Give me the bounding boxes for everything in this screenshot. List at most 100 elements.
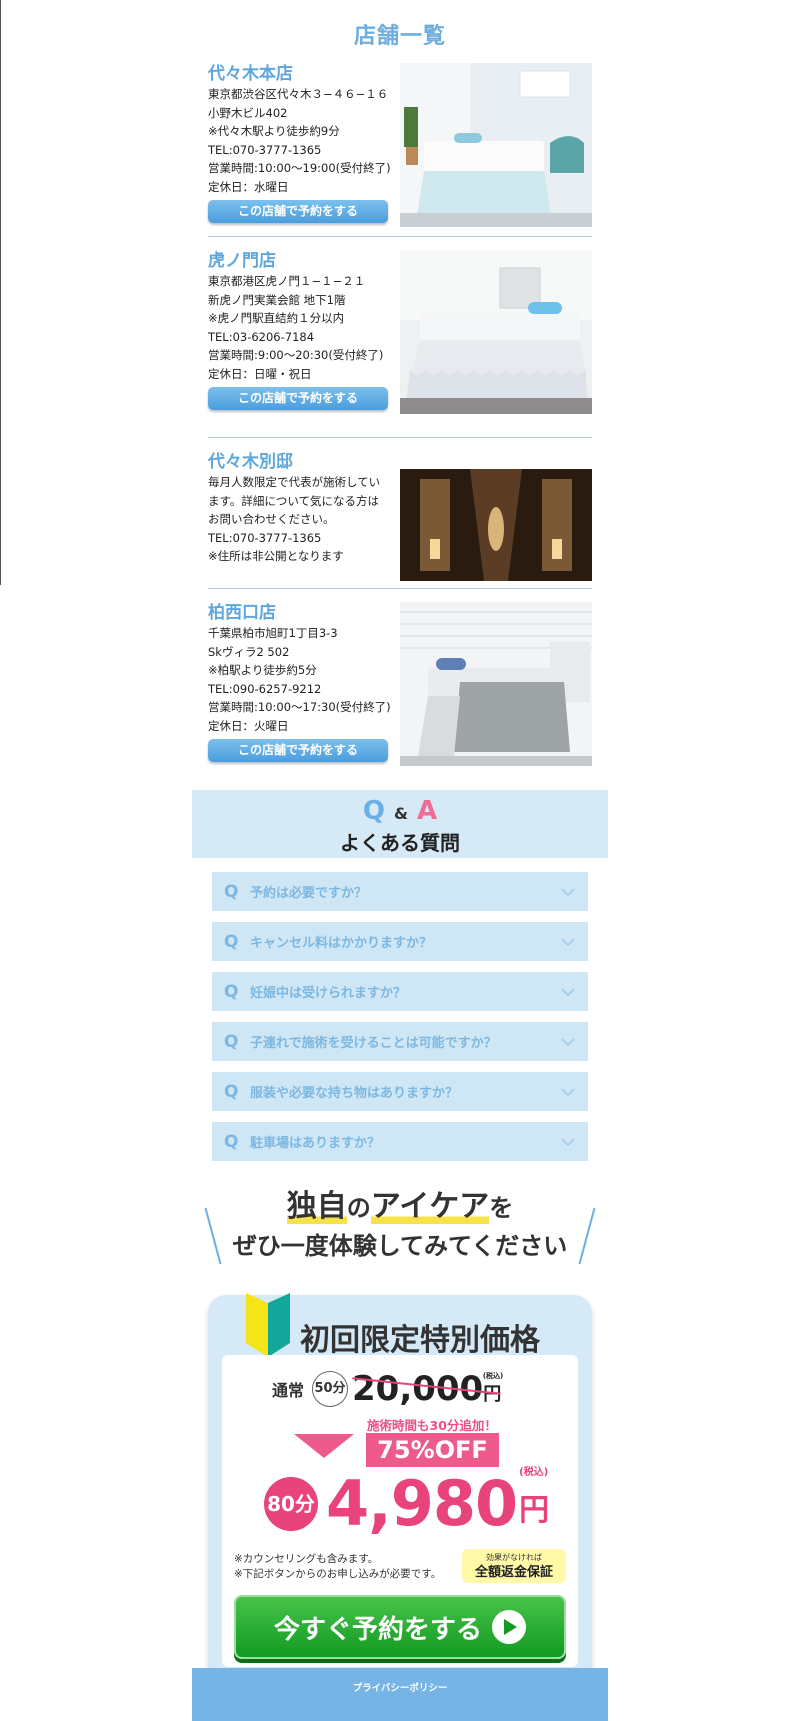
qa-subtitle: よくある質問 — [340, 831, 460, 855]
discount-badge: 75%OFF — [366, 1433, 499, 1467]
store-line: お問い合わせください。 — [208, 512, 335, 526]
store-line: ※虎ノ門駅直結約１分以内 — [208, 311, 345, 325]
cta-particle: を — [489, 1194, 514, 1222]
beginner-mark-icon — [246, 1293, 290, 1357]
store-line: ます。詳細について気になる方は — [208, 493, 380, 508]
store-info: 代々木本店 東京都渋谷区代々木３−４６−１６ 小野木ビル402 ※代々木駅より徒… — [208, 63, 400, 223]
regular-price: 20,000円 (税込) — [352, 1369, 504, 1409]
refund-guarantee-badge: 効果がなければ 全額返金保証 — [462, 1549, 566, 1583]
offer-note: ※カウンセリングも含みます。 — [234, 1553, 379, 1565]
qa-banner: Q & A よくある質問 — [192, 790, 608, 858]
footer: プライバシーポリシー — [192, 1668, 608, 1721]
faq-list: Q 予約は必要ですか？ Q キャンセル料はかかりますか？ Q 妊娠中は受けられま… — [212, 872, 588, 1161]
store-info: 柏西口店 千葉県柏市旭町1丁目3-3 Skヴィラ2 502 ※柏駅より徒歩約5分… — [208, 602, 400, 762]
chevron-down-icon — [561, 1087, 575, 1096]
down-arrow-icon — [294, 1434, 354, 1458]
store-phone[interactable]: TEL:03-6206-7184 — [208, 328, 400, 347]
faq-item[interactable]: Q 子連れで施術を受けることは可能ですか？ — [212, 1022, 588, 1061]
faq-item[interactable]: Q 妊娠中は受けられますか？ — [212, 972, 588, 1011]
cta-line1: 独自のアイケアを — [192, 1187, 608, 1228]
store-line: 小野木ビル402 — [208, 105, 288, 120]
store-line: 新虎ノ門実業会館 地下1階 — [208, 292, 346, 307]
store-photo — [400, 602, 592, 766]
extra-time-note: 施術時間も30分追加！ — [367, 1418, 497, 1433]
reserve-store-button[interactable]: この店舗で予約をする — [208, 200, 388, 223]
reserve-store-button[interactable]: この店舗で予約をする — [208, 739, 388, 762]
new-price-row: 80分 4,980 円 (税込) — [264, 1467, 550, 1540]
offer-card: 初回限定特別価格 通常 50分 20,000円 (税込) 施術時間も30分追加！… — [208, 1293, 592, 1681]
store-line: ※代々木駅より徒歩約9分 — [208, 124, 340, 138]
store-line: 定休日：水曜日 — [208, 179, 289, 194]
new-price-yen: 円 (税込) — [519, 1467, 550, 1529]
q-mark-icon: Q — [224, 1081, 239, 1102]
regular-price-row: 通常 50分 20,000円 (税込) — [272, 1369, 578, 1409]
stores-title: 店舗一覧 — [353, 24, 446, 49]
store-line: 東京都港区虎ノ門１−１−２１ — [208, 274, 366, 288]
regular-price-tax: (税込) — [482, 1372, 504, 1380]
new-price-yen-symbol: 円 — [519, 1493, 550, 1528]
guarantee-big: 全額返金保証 — [474, 1565, 553, 1580]
new-price-value: 4,980 — [326, 1467, 518, 1540]
store-line: ※住所は非公開となります — [208, 549, 344, 563]
store-line: 毎月人数限定で代表が施術してい — [208, 475, 381, 489]
faq-item[interactable]: Q 駐車場はありますか？ — [212, 1122, 588, 1161]
faq-item[interactable]: Q 予約は必要ですか？ — [212, 872, 588, 911]
new-price-tax: (税込) — [519, 1467, 549, 1478]
store-name: 代々木別邸 — [208, 452, 293, 472]
guarantee-small: 効果がなければ — [486, 1553, 542, 1562]
store-card-yoyogi: 代々木本店 東京都渋谷区代々木３−４６−１６ 小野木ビル402 ※代々木駅より徒… — [208, 63, 592, 237]
store-name: 柏西口店 — [208, 603, 276, 623]
reserve-now-button[interactable]: 今すぐ予約をする — [234, 1595, 566, 1659]
store-name: 虎ノ門店 — [208, 251, 276, 271]
cta-line2: ぜひ一度体験してみてください — [232, 1232, 568, 1260]
reserve-now-label: 今すぐ予約をする — [273, 1614, 482, 1645]
qa-amp: & — [394, 804, 408, 823]
store-phone[interactable]: TEL:090-6257-9212 — [208, 680, 400, 699]
store-card-yoyogi-bettei: 代々木別邸 毎月人数限定で代表が施術してい ます。詳細について気になる方は お問… — [208, 451, 592, 589]
q-mark-icon: Q — [224, 981, 239, 1002]
store-line: 営業時間:10:00〜17:30(受付終了) — [208, 700, 391, 714]
cta-highlight-unique: 独自 — [286, 1189, 347, 1224]
store-phone[interactable]: TEL:070-3777-1365 — [208, 529, 400, 548]
store-line: 東京都渋谷区代々木３−４６−１６ — [208, 87, 389, 101]
store-name: 代々木本店 — [208, 64, 293, 84]
q-mark-icon: Q — [224, 1131, 239, 1152]
regular-minutes-badge: 50分 — [312, 1371, 349, 1407]
faq-question: 服装や必要な持ち物はありますか？ — [250, 1086, 459, 1101]
faq-question: 駐車場はありますか？ — [250, 1136, 381, 1151]
chevron-down-icon — [561, 1037, 575, 1046]
faq-question: 妊娠中は受けられますか？ — [250, 986, 407, 1001]
chevron-down-icon — [561, 1137, 575, 1146]
store-line: 営業時間:10:00〜19:00(受付終了) — [208, 161, 391, 175]
store-line: 営業時間:9:00〜20:30(受付終了) — [208, 348, 384, 362]
faq-question: 予約は必要ですか？ — [250, 886, 368, 901]
chevron-down-icon — [561, 887, 575, 896]
store-line: 定休日：日曜・祝日 — [208, 366, 312, 381]
new-minutes-badge: 80分 — [264, 1477, 318, 1531]
store-line: Skヴィラ2 502 — [208, 644, 290, 659]
qa-q-letter: Q — [362, 796, 385, 826]
qa-heading: Q & A — [192, 790, 608, 831]
store-card-toranomon: 虎ノ門店 東京都港区虎ノ門１−１−２１ 新虎ノ門実業会館 地下1階 ※虎ノ門駅直… — [208, 250, 592, 438]
privacy-policy-link[interactable]: プライバシーポリシー — [353, 1683, 448, 1694]
store-line: 定休日：火曜日 — [208, 718, 289, 733]
store-phone[interactable]: TEL:070-3777-1365 — [208, 141, 400, 160]
reserve-store-button[interactable]: この店舗で予約をする — [208, 387, 388, 410]
offer-notes: ※カウンセリングも含みます。 ※下記ボタンからのお申し込みが必要です。 — [234, 1552, 441, 1582]
store-photo — [400, 469, 592, 581]
store-line: 千葉県柏市旭町1丁目3-3 — [208, 626, 338, 640]
q-mark-icon: Q — [224, 1031, 239, 1052]
q-mark-icon: Q — [224, 881, 239, 902]
cta-highlight-eyecare: アイケア — [370, 1189, 490, 1224]
faq-item[interactable]: Q キャンセル料はかかりますか？ — [212, 922, 588, 961]
store-info: 代々木別邸 毎月人数限定で代表が施術してい ます。詳細について気になる方は お問… — [208, 451, 400, 566]
cta-heading: 独自のアイケアを ぜひ一度体験してみてください — [192, 1187, 608, 1287]
store-info: 虎ノ門店 東京都港区虎ノ門１−１−２１ 新虎ノ門実業会館 地下1階 ※虎ノ門駅直… — [208, 250, 400, 410]
faq-item[interactable]: Q 服装や必要な持ち物はありますか？ — [212, 1072, 588, 1111]
store-line: ※柏駅より徒歩約5分 — [208, 663, 317, 677]
left-edge-line — [0, 0, 1, 585]
offer-title: 初回限定特別価格 — [300, 1323, 540, 1358]
store-card-kashiwa: 柏西口店 千葉県柏市旭町1丁目3-3 Skヴィラ2 502 ※柏駅より徒歩約5分… — [208, 602, 592, 776]
cta-particle: の — [346, 1194, 371, 1222]
chevron-down-icon — [561, 987, 575, 996]
